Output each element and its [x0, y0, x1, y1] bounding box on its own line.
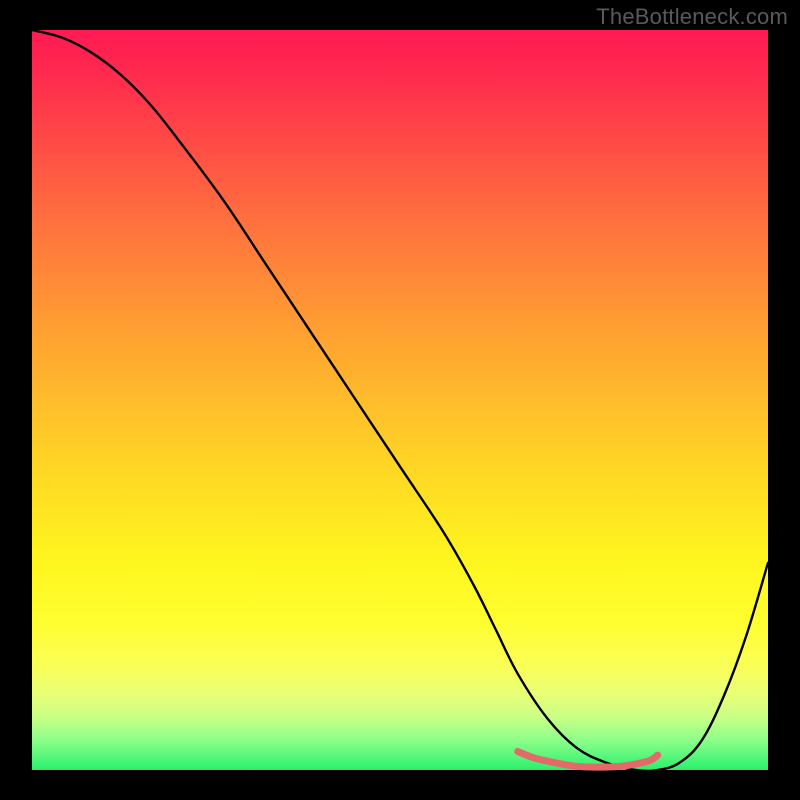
- highlight-dot: [617, 763, 624, 770]
- bottleneck-curve: [32, 30, 768, 771]
- highlight-dot: [514, 748, 521, 755]
- watermark-text: TheBottleneck.com: [596, 4, 788, 30]
- highlight-dot: [632, 761, 639, 768]
- highlight-dot: [573, 763, 580, 770]
- curve-layer: [32, 30, 768, 770]
- highlight-dot: [647, 757, 654, 764]
- highlight-dot: [588, 764, 595, 771]
- highlight-dot: [544, 758, 551, 765]
- highlight-dot: [603, 764, 610, 771]
- highlight-dot: [654, 752, 661, 759]
- plot-area: [32, 30, 768, 770]
- highlight-dot: [529, 754, 536, 761]
- chart-frame: TheBottleneck.com: [0, 0, 800, 800]
- highlight-dot: [559, 761, 566, 768]
